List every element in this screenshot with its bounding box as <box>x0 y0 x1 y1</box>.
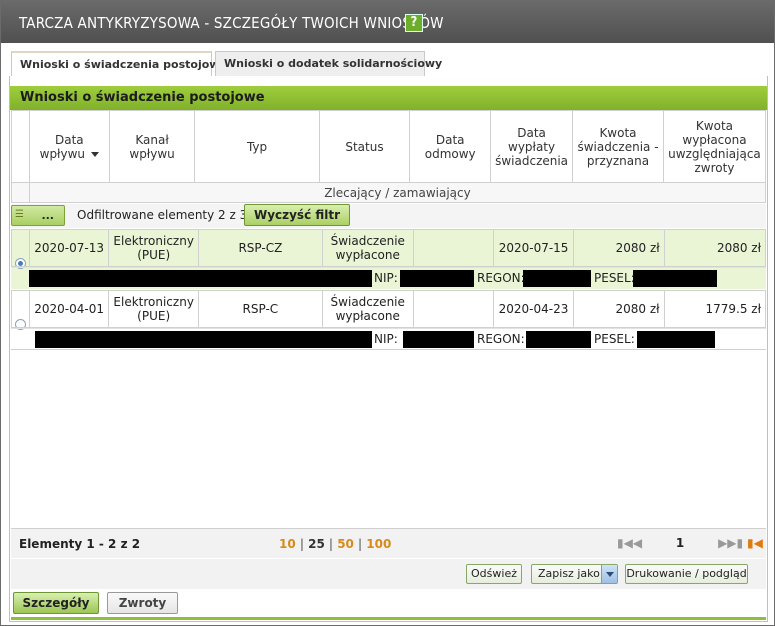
cell-data-wyplaty: 2020-07-15 <box>492 229 575 267</box>
print-preview-button[interactable]: Drukowanie / podgląd <box>625 564 748 584</box>
filter-options-button[interactable]: ☰ ... <box>11 205 65 226</box>
column-label: Data wpływu <box>39 132 85 161</box>
page-size-option[interactable]: 50 <box>337 537 354 551</box>
column-header-zlecajacy[interactable]: Zlecający / zamawiający <box>28 182 767 203</box>
regon-label: REGON: <box>477 332 525 346</box>
redacted-nip <box>400 270 474 287</box>
cell-data-odmowy <box>412 229 494 267</box>
row-orderer-details: NIP: REGON: PESEL: <box>11 267 766 288</box>
table-row[interactable]: 2020-04-01 Elektroniczny (PUE) RSP-C Świ… <box>11 290 767 350</box>
filter-status-text: Odfiltrowane elementy 2 z 3. <box>77 208 252 222</box>
nip-label: NIP: <box>374 332 398 346</box>
nip-label: NIP: <box>374 271 398 285</box>
regon-label: REGON: <box>477 271 525 285</box>
column-header-data-odmowy[interactable]: Data odmowy <box>409 110 492 183</box>
chevron-down-icon[interactable] <box>601 565 617 583</box>
page-size-separator: | <box>328 537 334 551</box>
redacted-pesel <box>633 270 717 287</box>
cell-data-wyplaty: 2020-04-23 <box>492 290 575 328</box>
cell-data-wplywu: 2020-07-13 <box>28 229 110 267</box>
refresh-button[interactable]: Odśwież <box>466 564 522 584</box>
filter-options-label: ... <box>41 209 54 222</box>
elements-count: Elementy 1 - 2 z 2 <box>19 537 141 551</box>
save-as-button[interactable]: Zapisz jako <box>531 564 618 584</box>
applications-panel: Wnioski o świadczenie postojowe Data wpł… <box>9 76 768 622</box>
sort-desc-icon[interactable] <box>91 151 99 157</box>
pesel-label: PESEL: <box>594 271 635 285</box>
cell-status: Świadczenie wypłacone <box>321 229 414 267</box>
details-button[interactable]: Szczegóły <box>13 592 99 614</box>
cell-kanal: Elektroniczny (PUE) <box>108 229 199 267</box>
returns-button[interactable]: Zwroty <box>107 592 178 614</box>
cell-data-odmowy <box>412 290 494 328</box>
redacted-nip <box>403 331 474 348</box>
row-cells: 2020-04-01 Elektroniczny (PUE) RSP-C Świ… <box>11 290 767 328</box>
next-page-icon[interactable]: ▶▶▮ <box>718 536 743 550</box>
column-header-kwota-wyplacona[interactable]: Kwota wypłacona uwzględniająca zwroty <box>662 110 767 183</box>
row-select-cell <box>11 290 30 328</box>
bottom-button-bar: Szczegóły Zwroty <box>11 590 766 620</box>
page-size-selector: 10 | 25 | 50 | 100 <box>279 537 391 551</box>
column-header-data-wyplaty[interactable]: Data wypłaty świadczenia <box>490 110 574 183</box>
cell-kwota-wyplacona: 2080 zł <box>663 229 767 267</box>
help-icon[interactable]: ? <box>405 14 423 32</box>
column-header-data-wplywu[interactable]: Data wpływu <box>28 110 110 183</box>
redacted-name <box>35 331 372 348</box>
first-page-icon[interactable]: ▮◀◀ <box>617 536 642 550</box>
row-select-cell <box>11 229 30 267</box>
page-size-separator: | <box>299 537 305 551</box>
column-header-typ[interactable]: Typ <box>194 110 320 183</box>
row-orderer-details: NIP: REGON: PESEL: <box>11 328 766 349</box>
page-size-option[interactable]: 10 <box>279 537 296 551</box>
redacted-regon <box>523 270 591 287</box>
tab-dodatek-solidarnosciowy[interactable]: Wnioski o dodatek solidarnościowy <box>215 51 442 76</box>
tab-swiadczenia-postojowe[interactable]: Wnioski o świadczenia postojowe <box>11 51 227 76</box>
redacted-name <box>29 270 372 287</box>
filter-bar: ☰ ... Odfiltrowane elementy 2 z 3. Wyczy… <box>11 204 766 228</box>
column-header-kwota-przyznana[interactable]: Kwota świadczenia - przyznana <box>572 110 664 183</box>
redacted-pesel <box>637 331 715 348</box>
application-window: TARCZA ANTYKRYZYSOWA - SZCZEGÓŁY TWOICH … <box>0 0 775 626</box>
cell-kwota-wyplacona: 1779.5 zł <box>663 290 767 328</box>
current-page-number: 1 <box>675 536 685 550</box>
table-row[interactable]: 2020-07-13 Elektroniczny (PUE) RSP-CZ Św… <box>11 229 767 289</box>
window-title: TARCZA ANTYKRYZYSOWA - SZCZEGÓŁY TWOICH … <box>19 14 444 32</box>
cell-status: Świadczenie wypłacone <box>321 290 414 328</box>
save-as-label: Zapisz jako <box>538 567 600 580</box>
page-size-option[interactable]: 100 <box>366 537 391 551</box>
pager-expand-icon[interactable]: ▮◀ <box>747 536 763 550</box>
row-cells: 2020-07-13 Elektroniczny (PUE) RSP-CZ Św… <box>11 229 767 267</box>
redacted-regon <box>526 331 591 348</box>
pagination-bar: Elementy 1 - 2 z 2 10 | 25 | 50 | 100 ▮◀◀ 1 ▶▶… <box>11 528 766 558</box>
cell-kwota-przyznana: 2080 zł <box>573 229 665 267</box>
cell-kwota-przyznana: 2080 zł <box>573 290 665 328</box>
cell-data-wplywu: 2020-04-01 <box>28 290 110 328</box>
applications-table-header: Data wpływu Kanał wpływu Typ Status Data… <box>11 110 767 203</box>
select-column-header <box>11 110 30 183</box>
cell-kanal: Elektroniczny (PUE) <box>108 290 199 328</box>
filter-icon: ☰ <box>15 209 24 220</box>
column-header-kanal-wplywu[interactable]: Kanał wpływu <box>108 110 196 183</box>
pager: ▮◀◀ 1 ▶▶▮ <box>617 536 743 550</box>
panel-title: Wnioski o świadczenie postojowe <box>10 86 767 110</box>
select-subheader <box>11 182 30 203</box>
page-size-option-active[interactable]: 25 <box>308 537 325 551</box>
page-size-separator: | <box>357 537 363 551</box>
title-bar: TARCZA ANTYKRYZYSOWA - SZCZEGÓŁY TWOICH … <box>1 1 774 43</box>
column-header-status[interactable]: Status <box>318 110 411 183</box>
cell-typ: RSP-C <box>197 290 323 328</box>
pesel-label: PESEL: <box>594 332 635 346</box>
actions-bar: Odśwież Zapisz jako Drukowanie / podgląd <box>11 559 766 589</box>
clear-filter-button[interactable]: Wyczyść filtr <box>244 204 350 226</box>
cell-typ: RSP-CZ <box>197 229 323 267</box>
